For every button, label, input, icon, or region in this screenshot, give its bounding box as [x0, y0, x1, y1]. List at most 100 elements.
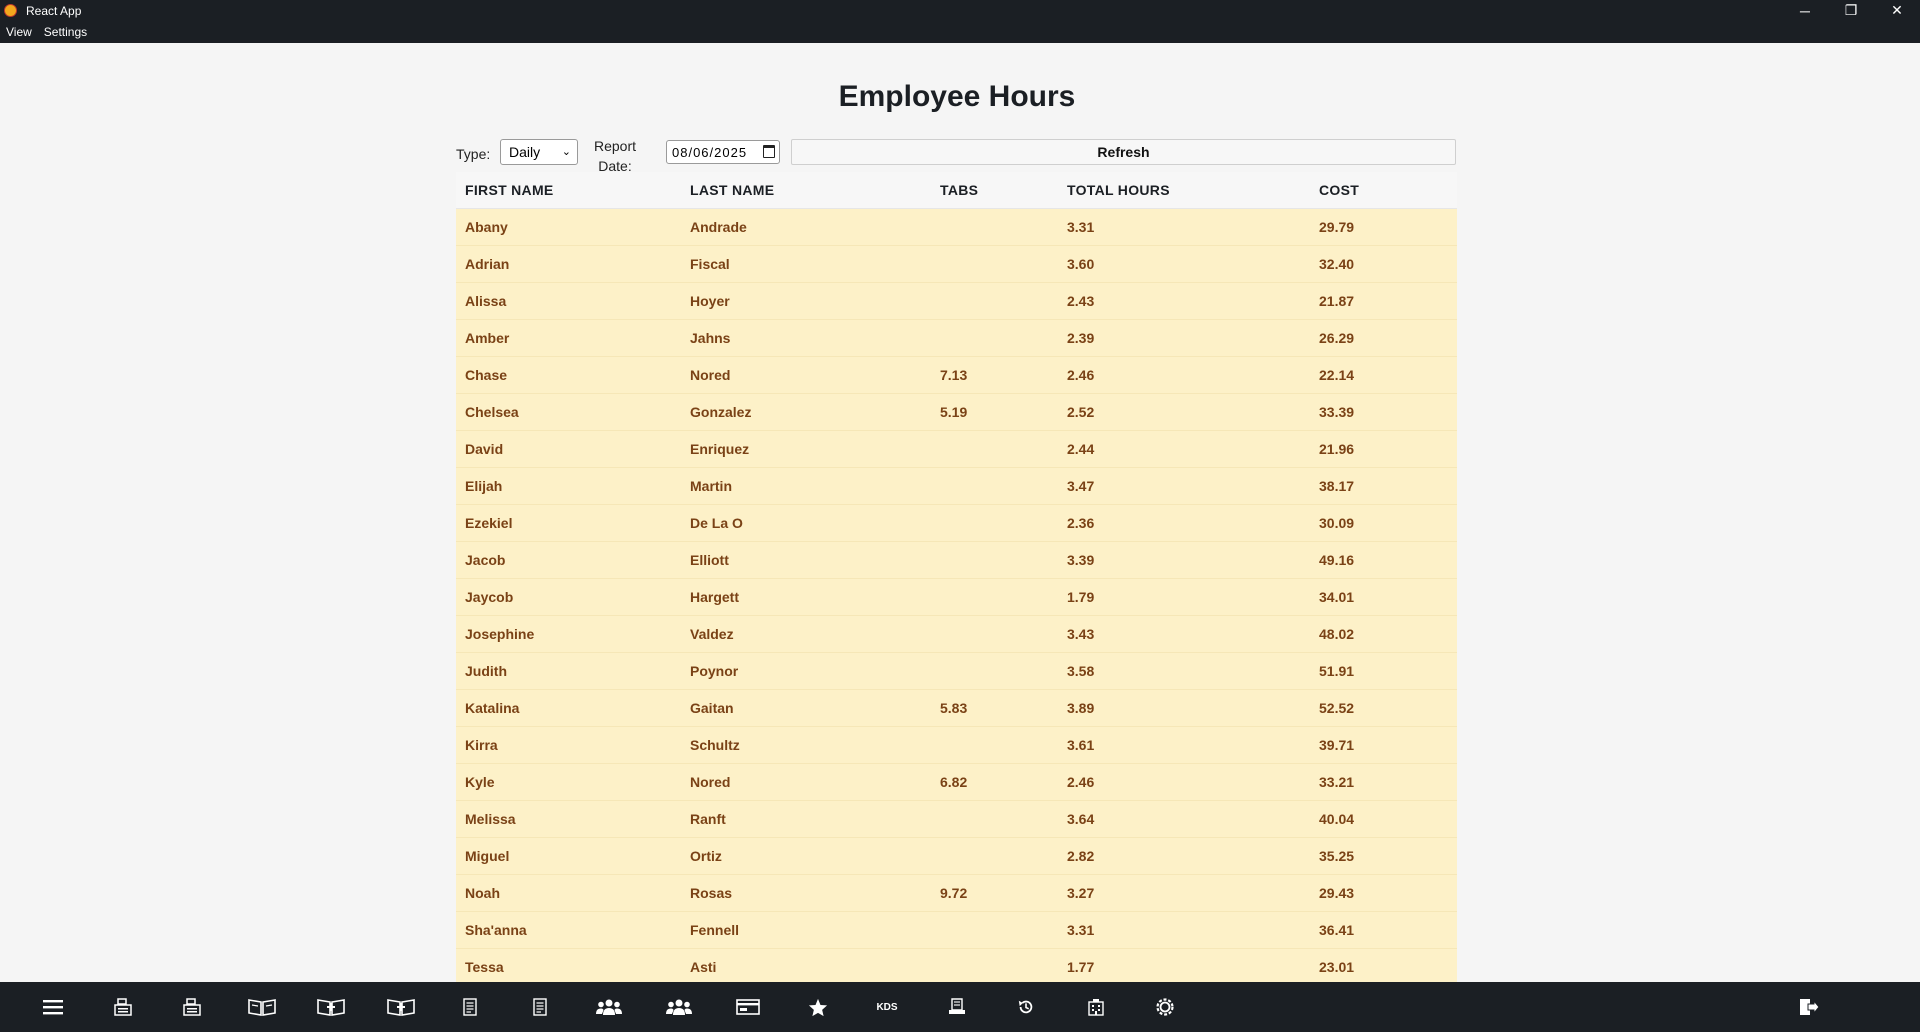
table-row[interactable]: Noah Rosas 9.72 3.27 29.43 [456, 874, 1457, 912]
table-row[interactable]: Abany Andrade 3.31 29.79 [456, 208, 1457, 246]
building-icon[interactable] [1071, 982, 1121, 1032]
header-first-name[interactable]: FIRST NAME [456, 172, 681, 209]
report-date-label: Report Date: [590, 136, 640, 176]
cell-last-name: Hoyer [681, 282, 931, 320]
cell-first-name: Jaycob [456, 578, 681, 616]
cell-last-name: Jahns [681, 319, 931, 357]
table-row[interactable]: Jaycob Hargett 1.79 34.01 [456, 578, 1457, 616]
menu-settings[interactable]: Settings [44, 25, 87, 39]
cell-cost: 29.43 [1310, 874, 1457, 912]
header-tabs[interactable]: TABS [931, 172, 1058, 209]
window-title: React App [26, 3, 82, 18]
cell-cost: 52.52 [1310, 689, 1457, 727]
title-bar: React App ─ ❐ ✕ [0, 0, 1920, 21]
type-label: Type: [456, 146, 491, 162]
table-row[interactable]: Josephine Valdez 3.43 48.02 [456, 615, 1457, 653]
cell-last-name: Poynor [681, 652, 931, 690]
cell-tabs [931, 911, 1058, 949]
cell-first-name: Elijah [456, 467, 681, 505]
app-icon [4, 4, 17, 17]
table-row[interactable]: Chelsea Gonzalez 5.19 2.52 33.39 [456, 393, 1457, 431]
cell-first-name: Abany [456, 208, 681, 246]
table-row[interactable]: Ezekiel De La O 2.36 30.09 [456, 504, 1457, 542]
cell-total-hours: 3.64 [1058, 800, 1310, 838]
register-2-icon[interactable] [167, 982, 217, 1032]
table-row[interactable]: Melissa Ranft 3.64 40.04 [456, 800, 1457, 838]
table-row[interactable]: Chase Nored 7.13 2.46 22.14 [456, 356, 1457, 394]
add-book-icon[interactable] [306, 982, 356, 1032]
table-row[interactable]: Kirra Schultz 3.61 39.71 [456, 726, 1457, 764]
cell-first-name: Chase [456, 356, 681, 394]
table-row[interactable]: David Enriquez 2.44 21.96 [456, 430, 1457, 468]
cell-cost: 36.41 [1310, 911, 1457, 949]
cell-cost: 26.29 [1310, 319, 1457, 357]
cell-cost: 34.01 [1310, 578, 1457, 616]
group-2-icon[interactable] [654, 982, 704, 1032]
refresh-button[interactable]: Refresh [791, 139, 1456, 165]
table-row[interactable]: Jacob Elliott 3.39 49.16 [456, 541, 1457, 579]
cell-first-name: Josephine [456, 615, 681, 653]
table-row[interactable]: Miguel Ortiz 2.82 35.25 [456, 837, 1457, 875]
table-row[interactable]: Alissa Hoyer 2.43 21.87 [456, 282, 1457, 320]
cell-first-name: Alissa [456, 282, 681, 320]
register-icon[interactable] [98, 982, 148, 1032]
history-icon[interactable] [1001, 982, 1051, 1032]
receipt-icon[interactable] [932, 982, 982, 1032]
document-2-icon[interactable] [515, 982, 565, 1032]
cell-last-name: Gaitan [681, 689, 931, 727]
cell-first-name: Katalina [456, 689, 681, 727]
table-row[interactable]: Elijah Martin 3.47 38.17 [456, 467, 1457, 505]
cell-tabs [931, 282, 1058, 320]
cell-total-hours: 2.52 [1058, 393, 1310, 431]
cell-tabs [931, 948, 1058, 982]
report-date-input[interactable]: 08/06/2025 [666, 140, 780, 164]
cell-total-hours: 1.79 [1058, 578, 1310, 616]
cell-tabs: 7.13 [931, 356, 1058, 394]
cell-tabs [931, 430, 1058, 468]
calendar-icon[interactable] [763, 145, 775, 158]
open-book-icon[interactable] [237, 982, 287, 1032]
cell-tabs [931, 504, 1058, 542]
cell-last-name: Andrade [681, 208, 931, 246]
card-icon[interactable] [723, 982, 773, 1032]
menu-view[interactable]: View [6, 25, 32, 39]
table-row[interactable]: Adrian Fiscal 3.60 32.40 [456, 245, 1457, 283]
group-icon[interactable] [584, 982, 634, 1032]
minimize-button[interactable]: ─ [1782, 0, 1828, 21]
document-icon[interactable] [445, 982, 495, 1032]
header-cost[interactable]: COST [1310, 172, 1457, 209]
header-total-hours[interactable]: TOTAL HOURS [1058, 172, 1310, 209]
cell-tabs [931, 245, 1058, 283]
menu-icon[interactable] [28, 982, 78, 1032]
cell-tabs: 5.19 [931, 393, 1058, 431]
header-last-name[interactable]: LAST NAME [681, 172, 931, 209]
cell-last-name: Gonzalez [681, 393, 931, 431]
type-select[interactable]: Daily ⌄ [500, 139, 578, 165]
cell-cost: 51.91 [1310, 652, 1457, 690]
cell-tabs: 9.72 [931, 874, 1058, 912]
cell-total-hours: 2.39 [1058, 319, 1310, 357]
table-row[interactable]: Tessa Asti 1.77 23.01 [456, 948, 1457, 982]
settings-icon[interactable] [1140, 982, 1190, 1032]
cell-last-name: Schultz [681, 726, 931, 764]
cell-cost: 21.87 [1310, 282, 1457, 320]
cell-total-hours: 2.44 [1058, 430, 1310, 468]
logout-icon[interactable] [1784, 982, 1834, 1032]
chevron-down-icon: ⌄ [561, 146, 571, 158]
close-button[interactable]: ✕ [1874, 0, 1920, 21]
table-row[interactable]: Amber Jahns 2.39 26.29 [456, 319, 1457, 357]
add-book-2-icon[interactable] [376, 982, 426, 1032]
cell-tabs [931, 578, 1058, 616]
cell-tabs [931, 837, 1058, 875]
table-row[interactable]: Judith Poynor 3.58 51.91 [456, 652, 1457, 690]
maximize-button[interactable]: ❐ [1828, 0, 1874, 21]
cell-total-hours: 2.46 [1058, 763, 1310, 801]
table-row[interactable]: Katalina Gaitan 5.83 3.89 52.52 [456, 689, 1457, 727]
cell-first-name: Miguel [456, 837, 681, 875]
cell-total-hours: 3.89 [1058, 689, 1310, 727]
kds-icon[interactable]: KDS [862, 982, 912, 1032]
cell-last-name: Ortiz [681, 837, 931, 875]
star-icon[interactable] [793, 982, 843, 1032]
table-row[interactable]: Kyle Nored 6.82 2.46 33.21 [456, 763, 1457, 801]
table-row[interactable]: Sha'anna Fennell 3.31 36.41 [456, 911, 1457, 949]
